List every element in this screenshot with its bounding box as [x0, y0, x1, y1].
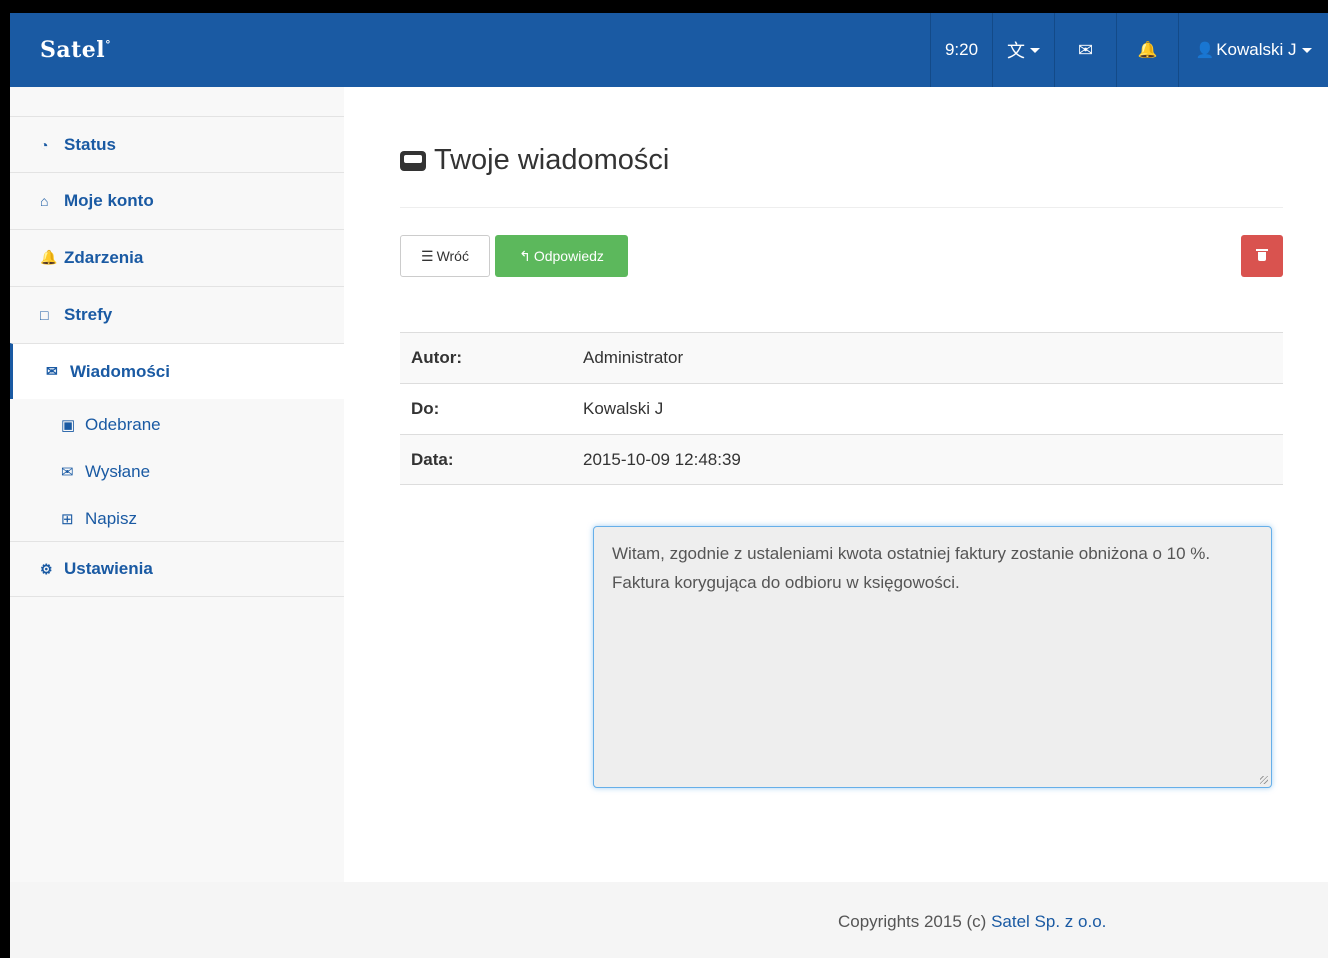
language-icon: 文 — [1007, 41, 1025, 61]
sidebar-item-events[interactable]: 🔔 Zdarzenia — [10, 229, 344, 285]
square-icon: □ — [40, 306, 49, 323]
chevron-down-icon — [1301, 47, 1312, 53]
sidebar-item-label: Zdarzenia — [64, 247, 144, 267]
detail-label: Autor: — [411, 348, 462, 367]
delete-button[interactable] — [1241, 235, 1283, 277]
sidebar-item-status[interactable]: ◔ Status — [10, 116, 344, 172]
back-button-label: Wróć — [436, 248, 469, 264]
top-navbar: Satel° 9:20 文 ✉ 🔔 👤 Kowalski J — [10, 13, 1328, 87]
sidebar-item-label: Strefy — [64, 304, 113, 324]
user-icon: 👤 — [1195, 42, 1215, 59]
table-row: Autor: Administrator — [400, 332, 1283, 383]
envelope-outline-icon: ✉ — [61, 464, 74, 481]
reply-button[interactable]: ↰ Odpowiedz — [495, 235, 628, 277]
messages-button[interactable]: ✉ — [1054, 13, 1116, 87]
sidebar-subitem-label: Napisz — [85, 509, 137, 528]
user-menu[interactable]: 👤 Kowalski J — [1178, 13, 1328, 87]
user-name: Kowalski J — [1216, 40, 1297, 59]
reply-button-label: Odpowiedz — [533, 248, 604, 264]
brand-name: Satel — [40, 37, 106, 63]
sidebar-subitem-compose[interactable]: ⊞ Napisz — [10, 496, 344, 542]
message-details: Autor: Administrator Do: Kowalski J Data… — [400, 332, 1283, 485]
clock-display: 9:20 — [930, 13, 992, 87]
detail-value: Administrator — [583, 348, 684, 367]
copyright-text: Copyrights 2015 (c) — [838, 912, 992, 931]
sidebar-item-label: Wiadomości — [70, 361, 170, 381]
divider — [400, 207, 1283, 208]
sidebar-subitem-label: Odebrane — [85, 415, 161, 434]
trash-icon — [1256, 248, 1268, 261]
main-content: Twoje wiadomości ☰ Wróć ↰ Odpowiedz Auto… — [344, 87, 1328, 882]
company-link[interactable]: Satel Sp. z o.o. — [991, 912, 1106, 931]
envelope-icon: ✉ — [1077, 39, 1094, 60]
sidebar-item-label: Moje konto — [64, 190, 154, 210]
sidebar-item-settings[interactable]: ⚙ Ustawienia — [10, 541, 344, 597]
cogs-icon: ⚙ — [40, 560, 53, 577]
table-row: Do: Kowalski J — [400, 383, 1283, 434]
sidebar-item-zones[interactable]: □ Strefy — [10, 286, 344, 342]
clock-time: 9:20 — [944, 40, 979, 59]
sidebar: ◔ Status ⌂ Moje konto 🔔 Zdarzenia □ Stre… — [10, 87, 344, 882]
brand-logo[interactable]: Satel° — [40, 37, 111, 63]
bell-icon: 🔔 — [40, 249, 58, 265]
detail-label: Data: — [411, 449, 454, 469]
footer: Copyrights 2015 (c) Satel Sp. z o.o. — [10, 882, 1328, 958]
brand-mark: ° — [105, 38, 112, 52]
resize-handle[interactable] — [1260, 776, 1268, 784]
reply-icon: ↰ — [519, 247, 531, 264]
detail-value: Kowalski J — [583, 399, 664, 418]
back-button[interactable]: ☰ Wróć — [400, 235, 490, 277]
sidebar-subitem-label: Wysłane — [85, 462, 151, 481]
home-icon: ⌂ — [40, 192, 49, 209]
navbar-right: 9:20 文 ✉ 🔔 👤 Kowalski J — [930, 13, 1328, 87]
table-row: Data: 2015-10-09 12:48:39 — [400, 434, 1283, 485]
notifications-button[interactable]: 🔔 — [1116, 13, 1178, 87]
inbox-icon — [400, 150, 426, 171]
list-icon: ☰ — [421, 247, 434, 264]
inbox-icon: ▣ — [61, 417, 76, 434]
page-title-text: Twoje wiadomości — [434, 144, 670, 176]
detail-label: Do: — [411, 399, 440, 418]
page-title: Twoje wiadomości — [400, 144, 669, 177]
language-dropdown[interactable]: 文 — [992, 13, 1054, 87]
bell-icon: 🔔 — [1137, 42, 1158, 59]
detail-value: 2015-10-09 12:48:39 — [583, 449, 741, 469]
message-body-textarea[interactable]: Witam, zgodnie z ustaleniami kwota ostat… — [593, 526, 1272, 788]
app-frame: Satel° 9:20 文 ✉ 🔔 👤Kowalski J ◔ Status — [10, 13, 1328, 958]
footer-text: Copyrights 2015 (c) Satel Sp. z o.o. — [838, 912, 1106, 932]
dashboard-icon: ◔ — [40, 136, 49, 153]
plus-square-icon: ⊞ — [61, 511, 74, 528]
sidebar-item-messages[interactable]: ✉ Wiadomości — [10, 343, 344, 399]
chevron-down-icon — [1030, 47, 1040, 53]
sidebar-item-label: Status — [64, 134, 116, 154]
message-body-text: Witam, zgodnie z ustaleniami kwota ostat… — [612, 544, 1211, 592]
sidebar-subitem-sent[interactable]: ✉ Wysłane — [10, 449, 344, 495]
sidebar-subitem-inbox[interactable]: ▣ Odebrane — [10, 402, 344, 448]
sidebar-item-account[interactable]: ⌂ Moje konto — [10, 172, 344, 228]
sidebar-item-label: Ustawienia — [64, 559, 153, 578]
envelope-icon: ✉ — [46, 363, 58, 379]
